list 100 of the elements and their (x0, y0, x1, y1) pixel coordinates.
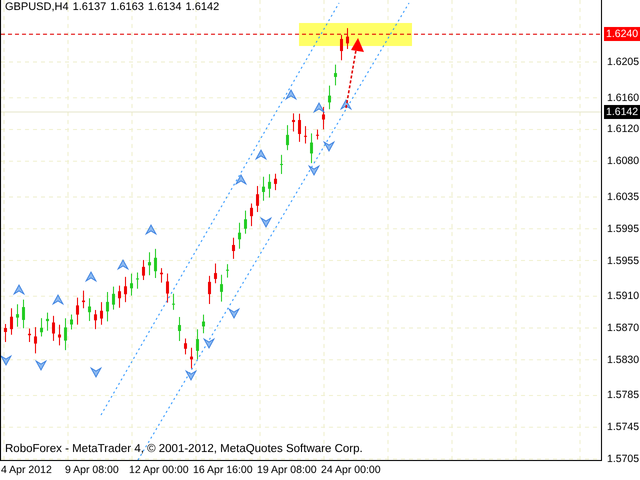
candlestick (280, 154, 283, 174)
candlestick (16, 304, 19, 328)
candlestick (196, 328, 199, 360)
candlestick (292, 112, 295, 132)
price-label: 1.5955 (607, 254, 640, 268)
candlestick (142, 259, 145, 280)
price-label: 1.6205 (607, 55, 640, 69)
candlestick (220, 274, 223, 302)
up-arrow-icon (84, 271, 98, 282)
candlestick (298, 113, 301, 142)
candlestick (208, 275, 211, 304)
price-label: 1.5870 (607, 320, 640, 335)
candlestick (202, 314, 205, 334)
ohlc-value: 1.6163 (110, 1, 144, 13)
candlestick (334, 64, 337, 86)
candlestick (316, 128, 319, 140)
up-arrow-icon (254, 149, 268, 160)
candlestick (160, 268, 163, 284)
candlestick (214, 263, 217, 284)
candlestick (88, 298, 91, 322)
candlestick (232, 237, 235, 260)
up-arrow-icon (312, 102, 326, 114)
candlestick (250, 203, 253, 227)
candlestick (322, 106, 325, 130)
price-marker: 1.6240 (604, 27, 640, 42)
down-arrow-icon (184, 370, 198, 381)
price-label: 1.5785 (607, 388, 640, 402)
candlestick (34, 326, 37, 354)
price-label: 1.5830 (607, 352, 640, 367)
price-label: 1.6080 (607, 154, 640, 168)
candlestick (328, 85, 331, 110)
candlestick (70, 314, 73, 330)
down-arrow-icon (1, 354, 12, 366)
up-arrow-icon (116, 259, 130, 270)
candlestick (274, 173, 277, 191)
symbol-label: GBPUSD,H4 (5, 1, 69, 13)
candlestick (172, 293, 175, 310)
down-arrow-icon (202, 338, 216, 349)
down-arrow-icon (322, 140, 336, 152)
candlestick (190, 347, 193, 370)
candlestick (154, 248, 157, 279)
candlestick (130, 273, 133, 296)
up-arrow-icon (340, 99, 352, 110)
candlestick (124, 276, 127, 303)
down-arrow-icon (90, 366, 102, 378)
up-arrow-icon (52, 294, 64, 306)
up-arrow-icon (284, 89, 298, 100)
ohlc-value: 1.6137 (72, 1, 106, 13)
candlestick (178, 316, 181, 342)
time-label: 12 Apr 00:00 (129, 464, 189, 476)
candlestick (136, 272, 139, 290)
price-label: 1.5995 (607, 222, 640, 236)
price-label: 1.5910 (607, 289, 640, 304)
candlestick (100, 302, 103, 326)
price-label: 1.6120 (607, 122, 640, 136)
time-label: 4 Apr 2012 (1, 464, 52, 476)
candlestick (94, 310, 97, 330)
candlestick (112, 286, 115, 310)
candlestick (304, 126, 307, 144)
candlestick (82, 290, 85, 309)
candlestick (184, 338, 187, 355)
candlestick (118, 285, 121, 308)
candlestick (76, 297, 79, 326)
candlestick (10, 308, 13, 336)
forecast-arrow (345, 38, 364, 108)
time-label: 16 Apr 16:00 (193, 464, 253, 476)
candlestick (46, 312, 49, 332)
candlestick (238, 222, 241, 250)
candlestick (166, 272, 169, 304)
time-label: 24 Apr 00:00 (321, 464, 381, 476)
price-label: 1.5745 (607, 420, 640, 434)
price-label: 1.5705 (607, 452, 640, 466)
candlestick (22, 299, 25, 329)
candlestick (40, 318, 43, 338)
candlestick (262, 176, 265, 202)
candlestick (52, 315, 55, 342)
down-arrow-icon (34, 360, 48, 371)
down-arrow-icon (308, 164, 320, 176)
copyright-text: RoboForex - MetaTrader 4, © 2001-2012, MetaQuotes Software Corp. (5, 443, 363, 455)
candlestick (244, 210, 247, 234)
time-label: 19 Apr 08:00 (257, 464, 317, 476)
candlestick (310, 132, 313, 164)
up-arrow-icon (144, 224, 158, 236)
candlestick (28, 328, 31, 342)
candlestick (346, 28, 349, 50)
candlestick (58, 324, 61, 346)
candlestick (286, 124, 289, 151)
up-arrow-icon (234, 174, 248, 186)
time-label: 9 Apr 08:00 (65, 464, 119, 476)
candlestick (256, 185, 259, 212)
candlestick (64, 318, 67, 351)
down-arrow-icon (228, 308, 240, 319)
up-arrow-icon (12, 284, 26, 296)
down-arrow-icon (260, 216, 272, 228)
candlestick (148, 252, 151, 276)
ohlc-value: 1.6142 (186, 1, 220, 13)
price-label: 1.6160 (607, 90, 640, 105)
candlestick (226, 264, 229, 278)
ohlc-value: 1.6134 (148, 1, 182, 13)
candlestick (340, 34, 343, 61)
